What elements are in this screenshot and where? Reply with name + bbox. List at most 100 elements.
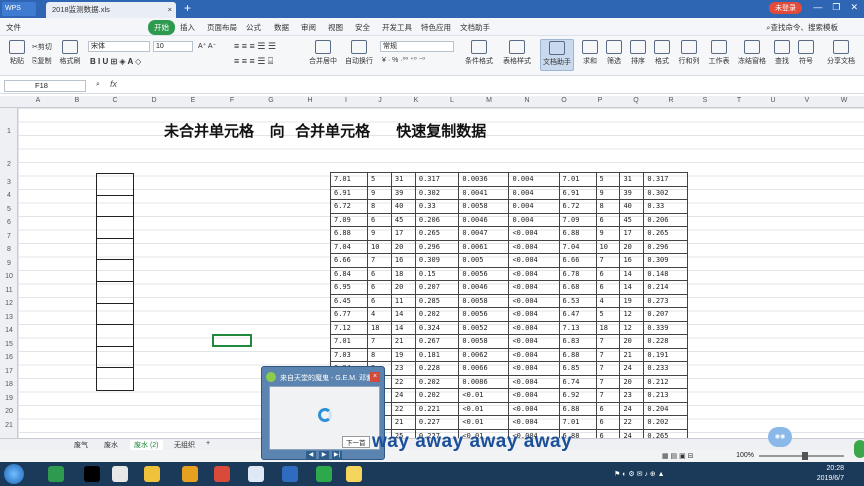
table-cell[interactable]: 21 <box>390 334 416 349</box>
table-cell[interactable]: 0.0086 <box>458 374 510 389</box>
column-header-cell[interactable]: O <box>546 97 582 104</box>
table-cell[interactable]: 39 <box>390 185 416 200</box>
row-header-cell[interactable]: 21 <box>0 422 18 429</box>
column-header-cell[interactable]: D <box>134 97 174 104</box>
column-header-cell[interactable]: R <box>654 97 688 104</box>
table-cell[interactable]: 0.33 <box>643 199 688 214</box>
table-cell[interactable]: 0.228 <box>414 361 460 376</box>
table-cell[interactable]: <0.004 <box>508 374 560 389</box>
tool-icon[interactable] <box>182 466 198 482</box>
table-cell[interactable]: 14 <box>390 320 416 335</box>
table-cell[interactable]: 0.296 <box>414 239 460 254</box>
row-header-cell[interactable]: 5 <box>0 206 18 213</box>
table-cell[interactable]: 6 <box>595 415 621 430</box>
menu-file[interactable]: 文件 <box>6 22 21 33</box>
table-cell[interactable]: 7.01 <box>558 415 597 430</box>
table-cell[interactable]: 6.92 <box>558 388 597 403</box>
table-cell[interactable]: 6.88 <box>558 401 597 416</box>
tray-icons[interactable]: ⚑ ◐ ⚙ ✉ ♪ ⊕ ▲ <box>614 470 665 478</box>
column-header-cell[interactable]: Q <box>618 97 654 104</box>
table-cell[interactable]: 8 <box>366 199 392 214</box>
table-cell[interactable]: 0.0058 <box>458 199 510 214</box>
table-cell[interactable]: 0.267 <box>414 334 460 349</box>
table-cell[interactable]: 6 <box>366 293 392 308</box>
table-cell[interactable]: 21 <box>390 415 416 430</box>
column-header-cell[interactable]: L <box>434 97 470 104</box>
sheet-tab-waste-gas[interactable]: 废气 <box>74 440 88 450</box>
table-cell[interactable]: 19 <box>390 347 416 362</box>
table-cell[interactable]: 0.214 <box>643 280 688 295</box>
play-icon[interactable]: ▶ <box>319 451 329 459</box>
table-cell[interactable]: 0.0056 <box>458 266 510 281</box>
table-cell[interactable]: 18 <box>595 320 621 335</box>
bordered-cell[interactable] <box>97 260 133 282</box>
table-cell[interactable]: <0.004 <box>508 347 560 362</box>
table-cell[interactable]: 12 <box>619 320 645 335</box>
table-cell[interactable]: 0.004 <box>508 199 560 214</box>
column-header-cell[interactable]: C <box>96 97 134 104</box>
document-tab[interactable]: 2018监测数据.xls × <box>46 2 176 18</box>
freeze-panes-button[interactable]: 冻结窗格 <box>736 40 768 66</box>
system-clock[interactable]: 20:28 2019/6/7 <box>817 464 844 484</box>
command-search[interactable]: ⌕查找命令、搜索模板 <box>766 22 838 33</box>
row-header-cell[interactable]: 13 <box>0 314 18 321</box>
table-cell[interactable]: 17 <box>390 226 416 241</box>
menu-security[interactable]: 安全 <box>355 22 370 33</box>
sheet-tab-unorganized[interactable]: 无组织 <box>174 440 195 450</box>
table-cell[interactable]: 24 <box>619 361 645 376</box>
row-header-cell[interactable]: 12 <box>0 300 18 307</box>
explorer-icon[interactable] <box>248 466 264 482</box>
preview-thumbnail[interactable]: 下一首 <box>269 386 380 450</box>
table-cell[interactable]: 0.191 <box>643 347 688 362</box>
table-cell[interactable]: 10 <box>595 239 621 254</box>
table-cell[interactable]: 0.212 <box>643 374 688 389</box>
table-cell[interactable]: 20 <box>390 239 416 254</box>
table-cell[interactable]: 5 <box>595 307 621 322</box>
view-mode-icons[interactable]: ▦ ▤ ▣ ⊟ <box>662 452 694 460</box>
table-cell[interactable]: 20 <box>619 334 645 349</box>
table-cell[interactable]: 0.285 <box>414 293 460 308</box>
table-cell[interactable]: 0.181 <box>414 347 460 362</box>
row-header-cell[interactable]: 3 <box>0 179 18 186</box>
table-cell[interactable]: 0.206 <box>414 212 460 227</box>
align-horizontal-icons[interactable]: ≡ ≡ ≡ ☰ ⌸ <box>234 56 273 67</box>
table-cell[interactable]: 0.265 <box>643 226 688 241</box>
table-cell[interactable]: 0.309 <box>643 253 688 268</box>
table-cell[interactable]: 0.227 <box>414 415 460 430</box>
table-cell[interactable]: 17 <box>619 226 645 241</box>
table-cell[interactable]: 0.233 <box>643 361 688 376</box>
table-cell[interactable]: 9 <box>595 185 621 200</box>
table-cell[interactable]: 0.265 <box>414 226 460 241</box>
doc-helper-button[interactable]: 文档助手 <box>540 39 574 71</box>
font-name-select[interactable]: 宋体 <box>88 41 150 52</box>
bordered-cell[interactable] <box>97 282 133 304</box>
table-cell[interactable]: 40 <box>390 199 416 214</box>
column-header-cell[interactable]: N <box>508 97 546 104</box>
table-cell[interactable]: 45 <box>619 212 645 227</box>
menu-formula[interactable]: 公式 <box>246 22 261 33</box>
column-header-cell[interactable]: J <box>362 97 398 104</box>
table-cell[interactable]: 0.202 <box>643 415 688 430</box>
table-cell[interactable]: 0.339 <box>643 320 688 335</box>
bordered-cell[interactable] <box>97 347 133 369</box>
align-top-icons[interactable]: ≡ ≡ ≡ ☰ ☰ <box>234 41 276 52</box>
table-cell[interactable]: 7.04 <box>558 239 597 254</box>
table-cell[interactable]: 0.004 <box>508 212 560 227</box>
row-header-cell[interactable]: 9 <box>0 260 18 267</box>
table-cell[interactable]: 6.68 <box>558 280 597 295</box>
menu-special[interactable]: 特色应用 <box>421 22 451 33</box>
sum-button[interactable]: 求和 <box>580 40 600 66</box>
table-cell[interactable]: <0.004 <box>508 388 560 403</box>
table-cell[interactable]: <0.004 <box>508 307 560 322</box>
column-header-cell[interactable]: M <box>470 97 508 104</box>
table-cell[interactable]: 14 <box>390 307 416 322</box>
find-button[interactable]: 查找 <box>772 40 792 66</box>
table-cell[interactable]: 10 <box>366 239 392 254</box>
column-header-cell[interactable]: W <box>824 97 864 104</box>
table-cell[interactable]: 6 <box>595 401 621 416</box>
previous-icon[interactable]: ◀ <box>306 451 316 459</box>
table-cell[interactable]: 7 <box>595 253 621 268</box>
table-cell[interactable]: 6.47 <box>558 307 597 322</box>
new-tab-icon[interactable]: + <box>184 1 191 15</box>
table-cell[interactable]: 5 <box>366 172 392 187</box>
